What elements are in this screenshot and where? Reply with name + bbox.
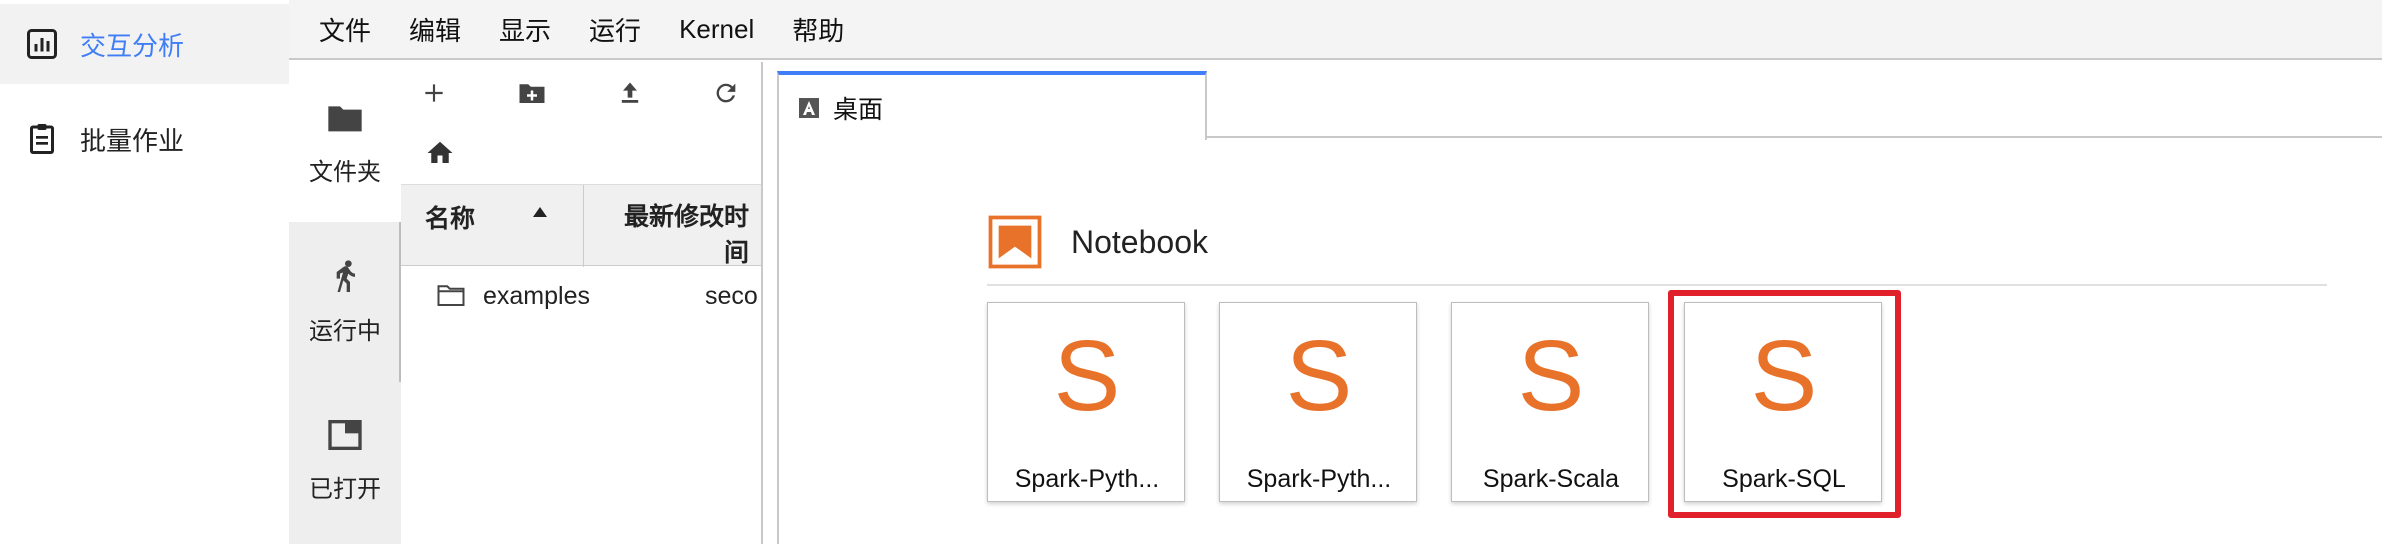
menu-file[interactable]: 文件 [319,11,371,48]
side-tab-label: 已打开 [309,475,381,503]
chart-icon [27,29,57,59]
kernel-label: Spark-SQL [1722,465,1846,493]
file-list-item[interactable]: examples seco [401,272,761,322]
kernel-label: Spark-Pyth... [1246,465,1392,493]
side-tab-label: 文件夹 [309,158,381,186]
launcher-panel: Notebook S Spark-Pyth... S Spark-Pyth...… [777,140,2382,544]
menu-edit[interactable]: 编辑 [409,11,461,48]
document-tab-bar: 桌面 [777,62,2382,140]
app-nav: 交互分析 批量作业 [0,0,289,544]
nav-item-interactive-analysis[interactable]: 交互分析 [0,4,289,84]
kernel-label: Spark-Scala [1482,465,1620,493]
column-separator[interactable] [583,185,584,267]
kernel-card-spark-scala[interactable]: S Spark-Scala [1451,302,1649,502]
kernel-logo: S [1750,320,1818,432]
section-divider [987,284,2327,286]
side-tab-folders[interactable]: 文件夹 [289,62,401,222]
tab-window-icon [328,419,362,450]
clipboard-icon [30,124,54,154]
side-tab-open-tabs[interactable]: 已打开 [289,380,401,538]
file-name: examples [483,282,590,310]
file-browser: 名称 最新修改时间 examples seco [401,62,761,544]
refresh-icon[interactable] [709,76,743,110]
side-tab-strip: 文件夹 运行中 已打开 [289,62,401,544]
tab-label: 桌面 [833,95,884,124]
tab-launcher[interactable]: 桌面 [777,71,1207,140]
kernel-logo: S [1053,320,1121,432]
sort-ascending-icon[interactable] [533,207,547,217]
kernel-label: Spark-Pyth... [1014,465,1160,493]
app-root: 交互分析 批量作业 文件 编辑 显示 运行 Kernel 帮助 文件夹 运行中 … [0,0,2382,544]
new-file-icon[interactable] [417,76,451,110]
upload-icon[interactable] [613,76,647,110]
menu-help[interactable]: 帮助 [792,11,844,48]
notebook-section-header: Notebook [987,212,1208,272]
nav-item-batch-jobs[interactable]: 批量作业 [0,99,289,179]
home-icon[interactable] [425,138,459,172]
kernel-card-spark-python-2[interactable]: S Spark-Pyth... [1219,302,1417,502]
section-title: Notebook [1071,223,1208,260]
new-folder-icon[interactable] [515,76,549,110]
column-header-modified[interactable]: 最新修改时间 [609,199,749,271]
launcher-icon [799,97,819,118]
folder-icon [328,105,362,131]
kernel-logo: S [1517,320,1585,432]
menu-bar: 文件 编辑 显示 运行 Kernel 帮助 [289,0,2382,60]
menu-view[interactable]: 显示 [499,11,551,48]
file-modified: seco [705,282,758,310]
nav-item-label: 交互分析 [80,30,185,61]
column-header-name[interactable]: 名称 [425,199,475,235]
side-tab-label: 运行中 [309,317,381,345]
notebook-bookmark-icon [988,215,1042,269]
kernel-logo: S [1285,320,1353,432]
kernel-card-spark-sql[interactable]: S Spark-SQL [1684,302,1882,502]
menu-run[interactable]: 运行 [589,11,641,48]
panel-splitter[interactable] [761,62,763,544]
nav-item-label: 批量作业 [80,125,185,156]
kernel-card-spark-python-1[interactable]: S Spark-Pyth... [987,302,1185,502]
menu-kernel[interactable]: Kernel [679,14,754,45]
side-tab-running[interactable]: 运行中 [289,222,401,380]
running-icon [336,259,355,292]
folder-outline-icon [437,285,465,306]
file-browser-toolbar [401,62,761,122]
file-list-header: 名称 最新修改时间 [401,184,761,267]
main-area: 桌面 Notebook S Spark-Pyth... S Spark-Pyth… [777,62,2382,544]
